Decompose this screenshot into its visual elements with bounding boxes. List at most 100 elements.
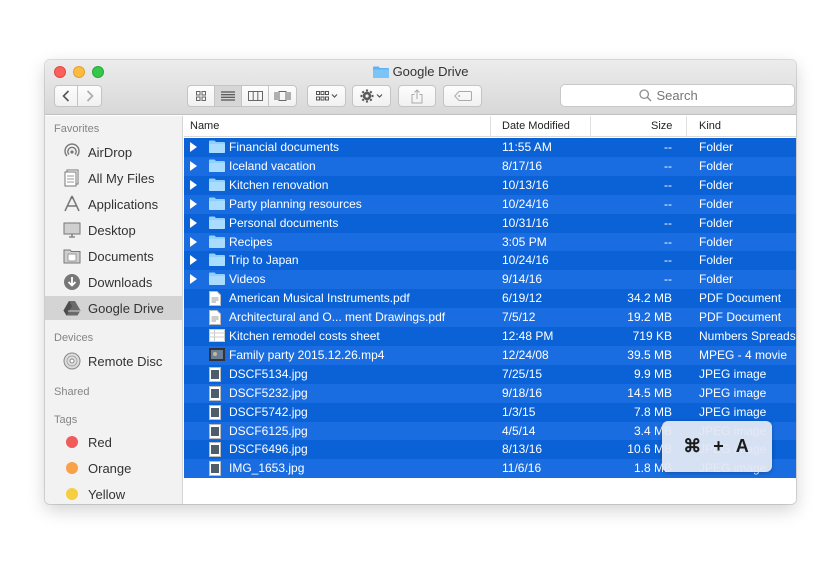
tag-dot-icon — [62, 432, 82, 452]
image-file-icon — [209, 461, 221, 479]
folder-icon — [209, 197, 225, 213]
file-name: American Musical Instruments.pdf — [229, 291, 410, 306]
file-date: 8/17/16 — [502, 158, 543, 173]
forward-button[interactable] — [78, 85, 102, 107]
image-file-icon — [209, 404, 221, 423]
file-kind: Folder — [699, 196, 734, 211]
file-name: DSCF6125.jpg — [229, 423, 308, 438]
list-view-button[interactable] — [215, 86, 242, 106]
file-row[interactable]: Videos 9/14/16 -- Folder — [184, 270, 796, 290]
disclosure-triangle-icon[interactable] — [190, 142, 197, 152]
disclosure-triangle-icon[interactable] — [190, 236, 197, 247]
file-row[interactable]: Financial documents 11:55 AM -- Folder — [184, 138, 796, 157]
shortcut-plus: + — [713, 436, 726, 456]
sidebar-item-airdrop[interactable]: AirDrop — [45, 140, 183, 164]
tag-button[interactable] — [443, 85, 482, 107]
sidebar-item-tag-yellow[interactable]: Yellow — [45, 482, 183, 504]
coverflow-view-button[interactable] — [269, 86, 296, 106]
file-row[interactable]: DSCF5742.jpg 1/3/15 7.8 MB JPEG image — [184, 402, 796, 423]
sidebar-header-tags: Tags — [54, 414, 78, 426]
action-button[interactable] — [352, 85, 391, 107]
file-date: 9/18/16 — [502, 385, 543, 400]
airdrop-icon — [62, 142, 82, 162]
sidebar-item-tag-red[interactable]: Red — [45, 430, 183, 454]
share-button[interactable] — [398, 85, 436, 107]
google-drive-icon — [62, 298, 82, 318]
search-icon — [638, 89, 651, 102]
file-name: Trip to Japan — [229, 253, 299, 268]
file-row[interactable]: Family party 2015.12.26.mp4 12/24/08 39.5 … — [184, 345, 796, 365]
tag-dot-icon — [62, 458, 82, 478]
file-date: 3:05 PM — [502, 234, 547, 249]
disclosure-triangle-icon[interactable] — [190, 179, 197, 190]
column-separator — [686, 116, 687, 137]
all-files-icon — [62, 168, 82, 188]
sidebar-item-downloads[interactable]: Downloads — [45, 270, 183, 294]
file-size: 34.2 MB — [627, 291, 672, 306]
column-header-kind[interactable]: Kind — [699, 120, 721, 132]
file-name: Party planning resources — [229, 196, 362, 211]
desktop-icon — [62, 220, 82, 240]
back-button[interactable] — [54, 85, 78, 107]
sidebar-item-tag-orange[interactable]: Orange — [45, 456, 183, 480]
file-date: 7/25/15 — [502, 366, 543, 381]
file-row[interactable]: Iceland vacation 8/17/16 -- Folder — [184, 156, 796, 176]
search-input[interactable] — [656, 88, 717, 103]
arrange-button[interactable] — [307, 85, 346, 107]
documents-icon — [62, 246, 82, 266]
file-date: 11/6/16 — [502, 461, 542, 476]
column-view-button[interactable] — [242, 86, 269, 106]
command-key-icon: ⌘ — [683, 436, 704, 456]
sidebar-item-google-drive[interactable]: Google Drive — [45, 296, 183, 320]
column-separator — [490, 116, 491, 137]
file-row[interactable]: American Musical Instruments.pdf 6/19/12 3… — [184, 289, 796, 309]
column-header-size[interactable]: Size — [651, 120, 672, 132]
sidebar-item-remote-disc[interactable]: Remote Disc — [45, 349, 183, 373]
disclosure-triangle-icon[interactable] — [190, 255, 197, 266]
file-row[interactable]: Kitchen remodel costs sheet 12:48 PM 719 K… — [184, 327, 796, 346]
file-row[interactable]: Recipes 3:05 PM -- Folder — [184, 232, 796, 252]
folder-icon — [209, 216, 225, 232]
pdf-file-icon — [209, 291, 221, 309]
file-date: 6/19/12 — [502, 291, 543, 306]
coverflow-view-icon — [274, 91, 291, 101]
sidebar-item-all-my-files[interactable]: All My Files — [45, 166, 183, 190]
file-row[interactable]: Architectural and O... ment Drawings.pdf… — [184, 308, 796, 328]
file-row[interactable]: Party planning resources 10/24/16 -- Folder — [184, 194, 796, 214]
file-kind: Folder — [699, 253, 734, 268]
image-file-icon — [209, 442, 221, 460]
file-row[interactable]: DSCF5232.jpg 9/18/16 14.5 MB JPEG image — [184, 383, 796, 403]
file-size: 14.5 MB — [627, 385, 672, 400]
file-row[interactable]: Kitchen renovation 10/13/16 -- Folder — [184, 175, 796, 195]
disclosure-triangle-icon[interactable] — [190, 217, 197, 228]
file-row[interactable]: Trip to Japan 10/24/16 -- Folder — [184, 251, 796, 271]
movie-file-icon — [209, 347, 225, 364]
view-mode-control — [187, 85, 297, 107]
file-row[interactable]: Personal documents 10/31/16 -- Folder — [184, 213, 796, 233]
file-kind: Folder — [699, 234, 734, 249]
sidebar-item-label: Applications — [88, 196, 159, 212]
column-header: Name Date Modified Size Kind — [184, 116, 796, 137]
file-size: -- — [664, 196, 672, 211]
file-size: 1.8 MB — [633, 461, 672, 476]
file-name: Kitchen renovation — [229, 177, 329, 192]
disclosure-triangle-icon[interactable] — [190, 198, 197, 209]
file-name: DSCF6496.jpg — [229, 442, 308, 457]
file-size: 9.9 MB — [633, 366, 672, 381]
file-name: DSCF5134.jpg — [229, 366, 308, 381]
sidebar-item-desktop[interactable]: Desktop — [45, 218, 183, 242]
column-header-date[interactable]: Date Modified — [502, 120, 570, 132]
file-name: Family party 2015.12.26.mp4 — [229, 347, 385, 362]
column-separator — [590, 116, 591, 137]
file-row[interactable]: DSCF5134.jpg 7/25/15 9.9 MB JPEG image — [184, 364, 796, 385]
image-file-icon — [209, 366, 221, 385]
column-header-name[interactable]: Name — [190, 120, 219, 132]
disclosure-triangle-icon[interactable] — [190, 274, 197, 285]
icon-view-button[interactable] — [188, 86, 215, 106]
search-field[interactable] — [560, 84, 795, 107]
file-kind: Folder — [699, 158, 734, 173]
sidebar-item-documents[interactable]: Documents — [45, 244, 183, 268]
sidebar-item-applications[interactable]: Applications — [45, 192, 183, 216]
window-title: Google Drive — [45, 64, 796, 81]
disclosure-triangle-icon[interactable] — [190, 160, 197, 171]
